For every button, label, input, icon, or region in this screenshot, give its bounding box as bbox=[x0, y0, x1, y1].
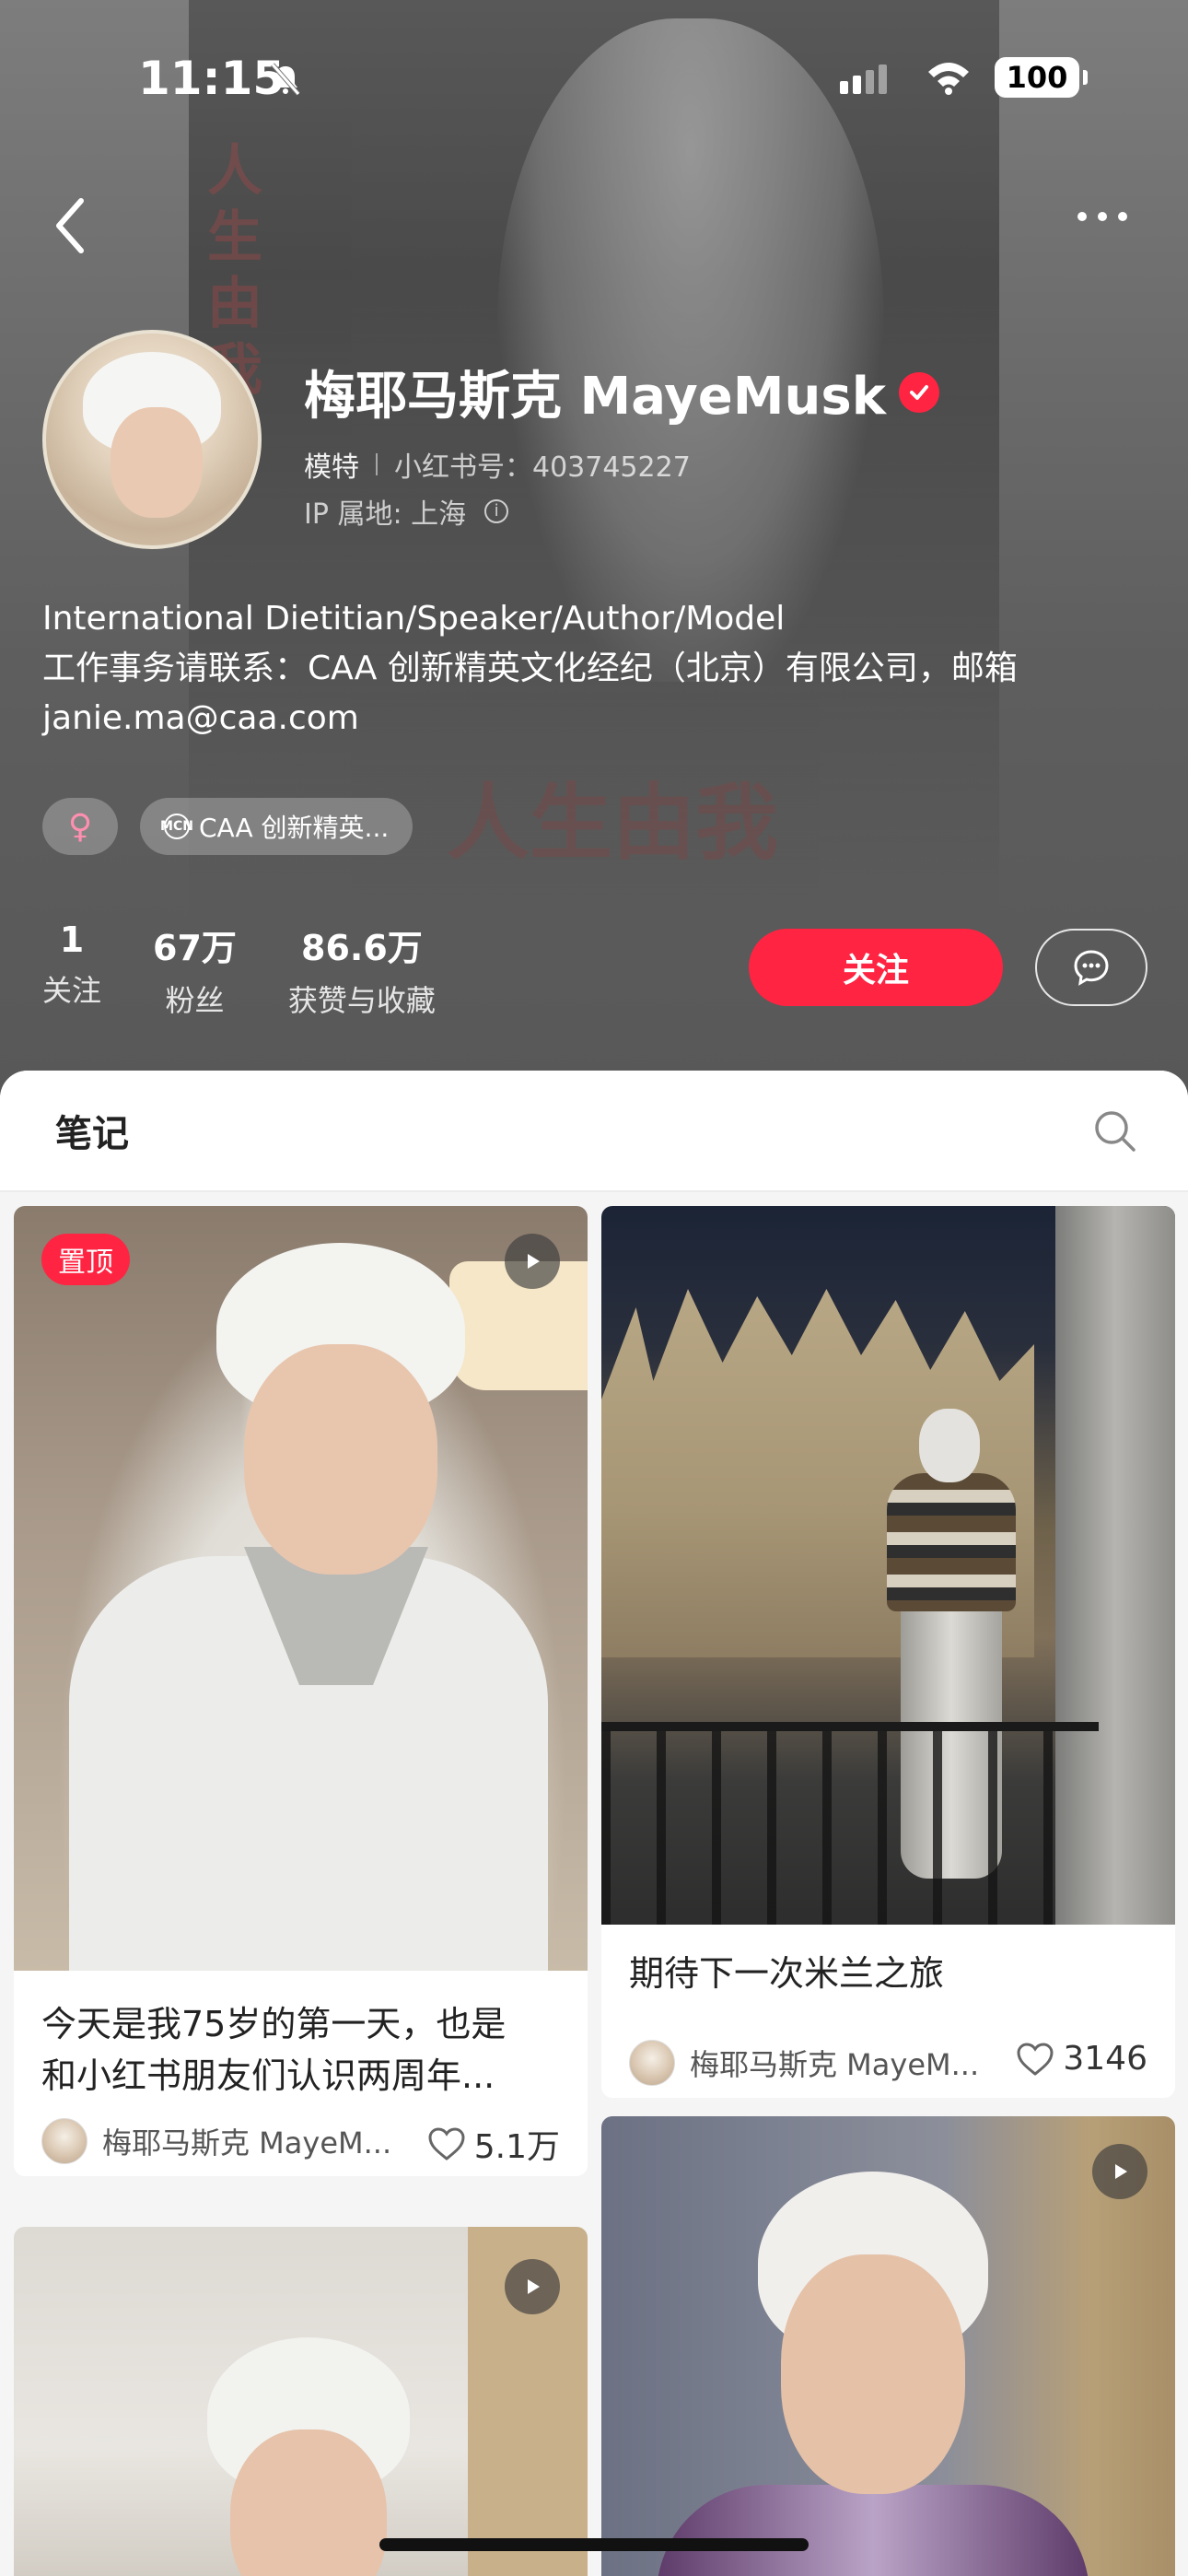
stat-label: 粉丝 bbox=[165, 983, 225, 1018]
battery-indicator: 100 bbox=[995, 57, 1088, 98]
background-portrait bbox=[497, 18, 884, 682]
note-cover-image bbox=[601, 1206, 1175, 1925]
note-card[interactable] bbox=[14, 2227, 588, 2576]
pinned-badge: 置顶 bbox=[41, 1234, 130, 1285]
follow-button[interactable]: 关注 bbox=[749, 929, 1003, 1006]
profile-header: 人生由我 人生由我 11:15 100 梅耶马斯克 MayeMusk bbox=[0, 0, 1188, 1106]
message-button[interactable] bbox=[1035, 929, 1147, 1006]
signal-icon bbox=[840, 64, 891, 94]
ip-location-row: IP 属地: 上海 i bbox=[304, 491, 509, 532]
note-author[interactable]: 梅耶马斯克 MayeM... bbox=[41, 2118, 391, 2164]
video-play-icon bbox=[505, 1234, 560, 1289]
video-play-icon bbox=[505, 2259, 560, 2314]
female-icon: ♀ bbox=[67, 807, 93, 846]
divider bbox=[376, 453, 378, 475]
search-icon[interactable] bbox=[1091, 1107, 1139, 1155]
chat-icon bbox=[1074, 950, 1109, 986]
note-card[interactable]: 期待下一次米兰之旅 梅耶马斯克 MayeM... 3146 bbox=[601, 1206, 1175, 2098]
bio-line: International Dietitian/Speaker/Author/M… bbox=[42, 600, 786, 638]
redbook-id[interactable]: 小红书号：403745227 bbox=[394, 444, 691, 485]
status-time: 11:15 bbox=[138, 52, 285, 105]
wifi-icon bbox=[928, 63, 969, 95]
author-avatar bbox=[41, 2118, 87, 2164]
stat-value: 86.6万 bbox=[301, 928, 423, 968]
profile-bio: International Dietitian/Speaker/Author/M… bbox=[42, 594, 1147, 744]
mcn-tag[interactable]: MCN CAA 创新精英... bbox=[140, 798, 413, 855]
occupation-label: 模特 bbox=[304, 451, 359, 484]
notes-panel: 笔记 置顶 今天是我75岁的第一天，也是 和小红书朋友们认识两周年... 梅耶马… bbox=[0, 1071, 1188, 2576]
bell-slash-icon bbox=[271, 63, 300, 96]
info-icon[interactable]: i bbox=[484, 499, 509, 523]
note-title: 今天是我75岁的第一天，也是 和小红书朋友们认识两周年... bbox=[41, 1998, 506, 2102]
back-button[interactable] bbox=[46, 193, 101, 258]
stat-label: 关注 bbox=[42, 973, 102, 1008]
profile-name: 梅耶马斯克 MayeMusk bbox=[304, 367, 886, 427]
stat-followers[interactable]: 67万 粉丝 bbox=[153, 919, 237, 1020]
stat-likes-collections[interactable]: 86.6万 获赞与收藏 bbox=[288, 919, 436, 1020]
note-cover-image bbox=[601, 2116, 1175, 2576]
like-count: 5.1万 bbox=[473, 2128, 560, 2166]
note-card[interactable] bbox=[601, 2116, 1175, 2576]
profile-meta: 模特 小红书号：403745227 bbox=[304, 444, 691, 485]
tab-notes[interactable]: 笔记 bbox=[55, 1104, 129, 1157]
book-title: 人生由我 bbox=[447, 774, 778, 872]
ip-location: IP 属地: 上海 bbox=[304, 498, 467, 531]
note-author[interactable]: 梅耶马斯克 MayeM... bbox=[629, 2040, 979, 2086]
video-play-icon bbox=[1092, 2144, 1147, 2199]
stat-value: 1 bbox=[59, 919, 85, 960]
stat-following[interactable]: 1 关注 bbox=[42, 919, 101, 1020]
avatar[interactable] bbox=[42, 330, 262, 549]
note-title-line: 和小红书朋友们认识两周年... bbox=[41, 2055, 495, 2096]
stat-value: 67万 bbox=[153, 928, 237, 968]
author-name: 梅耶马斯克 MayeM... bbox=[690, 2047, 980, 2082]
heart-icon bbox=[428, 2127, 465, 2160]
home-indicator bbox=[379, 2538, 809, 2551]
like-button[interactable]: 5.1万 bbox=[426, 2120, 560, 2168]
like-button[interactable]: 3146 bbox=[1015, 2040, 1147, 2078]
profile-tags: ♀ MCN CAA 创新精英... bbox=[42, 798, 435, 855]
gender-tag: ♀ bbox=[42, 798, 118, 855]
more-options-button[interactable] bbox=[1077, 207, 1142, 244]
notes-tabbar: 笔记 bbox=[0, 1071, 1188, 1192]
verified-icon bbox=[898, 371, 939, 413]
mcn-icon: MCN bbox=[160, 814, 193, 839]
status-bar: 11:15 100 bbox=[0, 52, 1188, 107]
profile-stats: 1 关注 67万 粉丝 86.6万 获赞与收藏 bbox=[42, 919, 487, 1020]
bio-email: janie.ma@caa.com bbox=[42, 699, 359, 737]
note-card[interactable]: 置顶 今天是我75岁的第一天，也是 和小红书朋友们认识两周年... 梅耶马斯克 … bbox=[14, 1206, 588, 2176]
heart-icon bbox=[1017, 2042, 1054, 2076]
note-title: 期待下一次米兰之旅 bbox=[629, 1953, 945, 1994]
note-title-line: 今天是我75岁的第一天，也是 bbox=[41, 2004, 507, 2044]
mcn-label: CAA 创新精英... bbox=[199, 813, 390, 843]
note-cover-image bbox=[14, 1206, 588, 1971]
note-cover-image bbox=[14, 2227, 588, 2576]
bio-line: 工作事务请联系：CAA 创新精英文化经纪（北京）有限公司，邮箱 bbox=[42, 650, 1018, 687]
author-avatar bbox=[629, 2040, 675, 2086]
like-count: 3146 bbox=[1063, 2040, 1147, 2078]
stat-label: 获赞与收藏 bbox=[287, 983, 436, 1018]
profile-name-row: 梅耶马斯克 MayeMusk bbox=[304, 355, 939, 429]
author-name: 梅耶马斯克 MayeM... bbox=[102, 2125, 392, 2160]
